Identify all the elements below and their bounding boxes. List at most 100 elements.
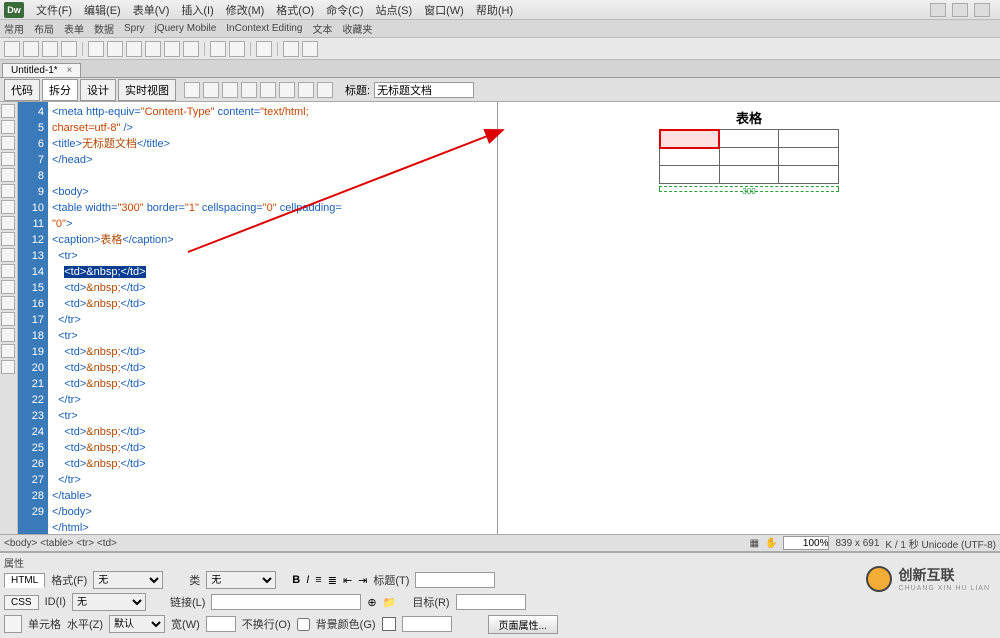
bg-input[interactable] xyxy=(402,616,452,632)
table-cell[interactable] xyxy=(719,166,779,184)
table-row[interactable] xyxy=(660,130,839,148)
hand-tool-icon[interactable]: ✋ xyxy=(765,538,777,549)
table-row[interactable] xyxy=(660,166,839,184)
table-cell[interactable] xyxy=(779,148,839,166)
email-icon[interactable] xyxy=(23,41,39,57)
select-tool-icon[interactable]: ▦ xyxy=(750,538,759,549)
menu-item[interactable]: 修改(M) xyxy=(220,0,271,20)
apply-comment-icon[interactable] xyxy=(1,248,15,262)
code-line[interactable]: <td>&nbsp;</td> xyxy=(52,296,493,312)
table-cell[interactable] xyxy=(719,148,779,166)
code-line[interactable]: "0"> xyxy=(52,216,493,232)
format-source-icon[interactable] xyxy=(1,360,15,374)
view-mode-button[interactable]: 实时视图 xyxy=(118,79,176,101)
nowrap-checkbox[interactable] xyxy=(297,618,310,631)
bold-icon[interactable]: B xyxy=(292,574,300,586)
page-properties-button[interactable]: 页面属性... xyxy=(488,615,558,634)
script-icon[interactable] xyxy=(229,41,245,57)
class-select[interactable]: 无 xyxy=(206,571,276,589)
server-icon[interactable] xyxy=(164,41,180,57)
templates-icon[interactable] xyxy=(256,41,272,57)
point-to-file-icon[interactable]: ⊕ xyxy=(367,596,376,609)
open-docs-icon[interactable] xyxy=(1,104,15,118)
file-mgmt-icon[interactable] xyxy=(241,82,257,98)
ul-icon[interactable]: ≡ xyxy=(315,574,321,586)
expand-icon[interactable] xyxy=(1,136,15,150)
code-line[interactable]: </tr> xyxy=(52,472,493,488)
code-line[interactable]: </html> xyxy=(52,520,493,536)
table-cell[interactable] xyxy=(779,130,839,148)
inspect-icon[interactable] xyxy=(203,82,219,98)
design-view[interactable]: 表格 300 xyxy=(498,102,1000,534)
visual-aids-icon[interactable] xyxy=(279,82,295,98)
remove-comment-icon[interactable] xyxy=(1,264,15,278)
document-tab[interactable]: Untitled-1* × xyxy=(2,63,81,77)
live-code-icon[interactable] xyxy=(184,82,200,98)
table-cell[interactable] xyxy=(779,166,839,184)
table-cell[interactable] xyxy=(660,166,720,184)
browse-icon[interactable]: 📁 xyxy=(383,596,397,609)
format-select[interactable]: 无 xyxy=(93,571,163,589)
bg-swatch[interactable] xyxy=(382,617,396,631)
css-tab[interactable]: CSS xyxy=(4,595,39,610)
balance-braces-icon[interactable] xyxy=(1,168,15,182)
panel-tab[interactable]: 常用 xyxy=(4,21,24,36)
panel-tab[interactable]: 表单 xyxy=(64,21,84,36)
menu-item[interactable]: 文件(F) xyxy=(30,0,78,20)
code-line[interactable]: <td>&nbsp;</td> xyxy=(52,456,493,472)
more-icon[interactable] xyxy=(302,41,318,57)
media-icon[interactable] xyxy=(107,41,123,57)
zoom-input[interactable] xyxy=(783,536,829,550)
refresh-icon[interactable] xyxy=(222,82,238,98)
code-line[interactable]: <td>&nbsp;</td> xyxy=(52,376,493,392)
widget-icon[interactable] xyxy=(126,41,142,57)
wrap-tag-icon[interactable] xyxy=(1,280,15,294)
menu-item[interactable]: 帮助(H) xyxy=(470,0,519,20)
target-input[interactable] xyxy=(456,594,526,610)
panel-tab[interactable]: 布局 xyxy=(34,21,54,36)
code-line[interactable]: charset=utf-8" /> xyxy=(52,120,493,136)
outdent-icon[interactable] xyxy=(1,344,15,358)
preview-browser-icon[interactable] xyxy=(260,82,276,98)
close-icon[interactable]: × xyxy=(66,65,72,76)
code-line[interactable]: <tr> xyxy=(52,328,493,344)
search-icon[interactable] xyxy=(952,3,968,17)
ol-icon[interactable]: ≣ xyxy=(328,574,337,587)
panel-tab[interactable]: Spry xyxy=(124,23,145,34)
image-icon[interactable] xyxy=(88,41,104,57)
panel-tab[interactable]: jQuery Mobile xyxy=(155,23,217,34)
code-line[interactable]: <caption>表格</caption> xyxy=(52,232,493,248)
code-line[interactable]: </table> xyxy=(52,488,493,504)
code-line[interactable]: </tr> xyxy=(52,392,493,408)
title-attr-input[interactable] xyxy=(415,572,495,588)
syntax-error-icon[interactable] xyxy=(1,232,15,246)
word-wrap-icon[interactable] xyxy=(1,216,15,230)
table-cell-selected[interactable] xyxy=(660,130,720,148)
code-line[interactable]: <td>&nbsp;</td> xyxy=(52,280,493,296)
view-mode-button[interactable]: 拆分 xyxy=(42,79,78,101)
layout-selector[interactable] xyxy=(930,3,996,17)
title-input[interactable] xyxy=(374,82,474,98)
view-mode-button[interactable]: 代码 xyxy=(4,79,40,101)
panel-tab[interactable]: 收藏夹 xyxy=(342,21,372,36)
hyperlink-icon[interactable] xyxy=(4,41,20,57)
code-line[interactable]: <meta http-equiv="Content-Type" content=… xyxy=(52,104,493,120)
panel-tab[interactable]: 文本 xyxy=(312,21,332,36)
indent-icon[interactable] xyxy=(1,328,15,342)
italic-icon[interactable]: I xyxy=(306,574,309,586)
layout-icon[interactable] xyxy=(930,3,946,17)
html-tab[interactable]: HTML xyxy=(4,573,45,588)
validate-icon[interactable] xyxy=(298,82,314,98)
menu-item[interactable]: 格式(O) xyxy=(270,0,320,20)
window-size[interactable]: 839 x 691 xyxy=(835,538,879,549)
code-line[interactable]: <body> xyxy=(52,184,493,200)
table-cell[interactable] xyxy=(660,148,720,166)
cslive-icon[interactable] xyxy=(974,3,990,17)
panel-tab[interactable]: 数据 xyxy=(94,21,114,36)
code-line[interactable]: <td>&nbsp;</td> xyxy=(52,264,493,280)
highlight-invalid-icon[interactable] xyxy=(1,200,15,214)
code-line[interactable]: <td>&nbsp;</td> xyxy=(52,344,493,360)
outdent-icon[interactable]: ⇤ xyxy=(343,574,352,587)
code-line[interactable]: </body> xyxy=(52,504,493,520)
recent-snippets-icon[interactable] xyxy=(1,296,15,310)
